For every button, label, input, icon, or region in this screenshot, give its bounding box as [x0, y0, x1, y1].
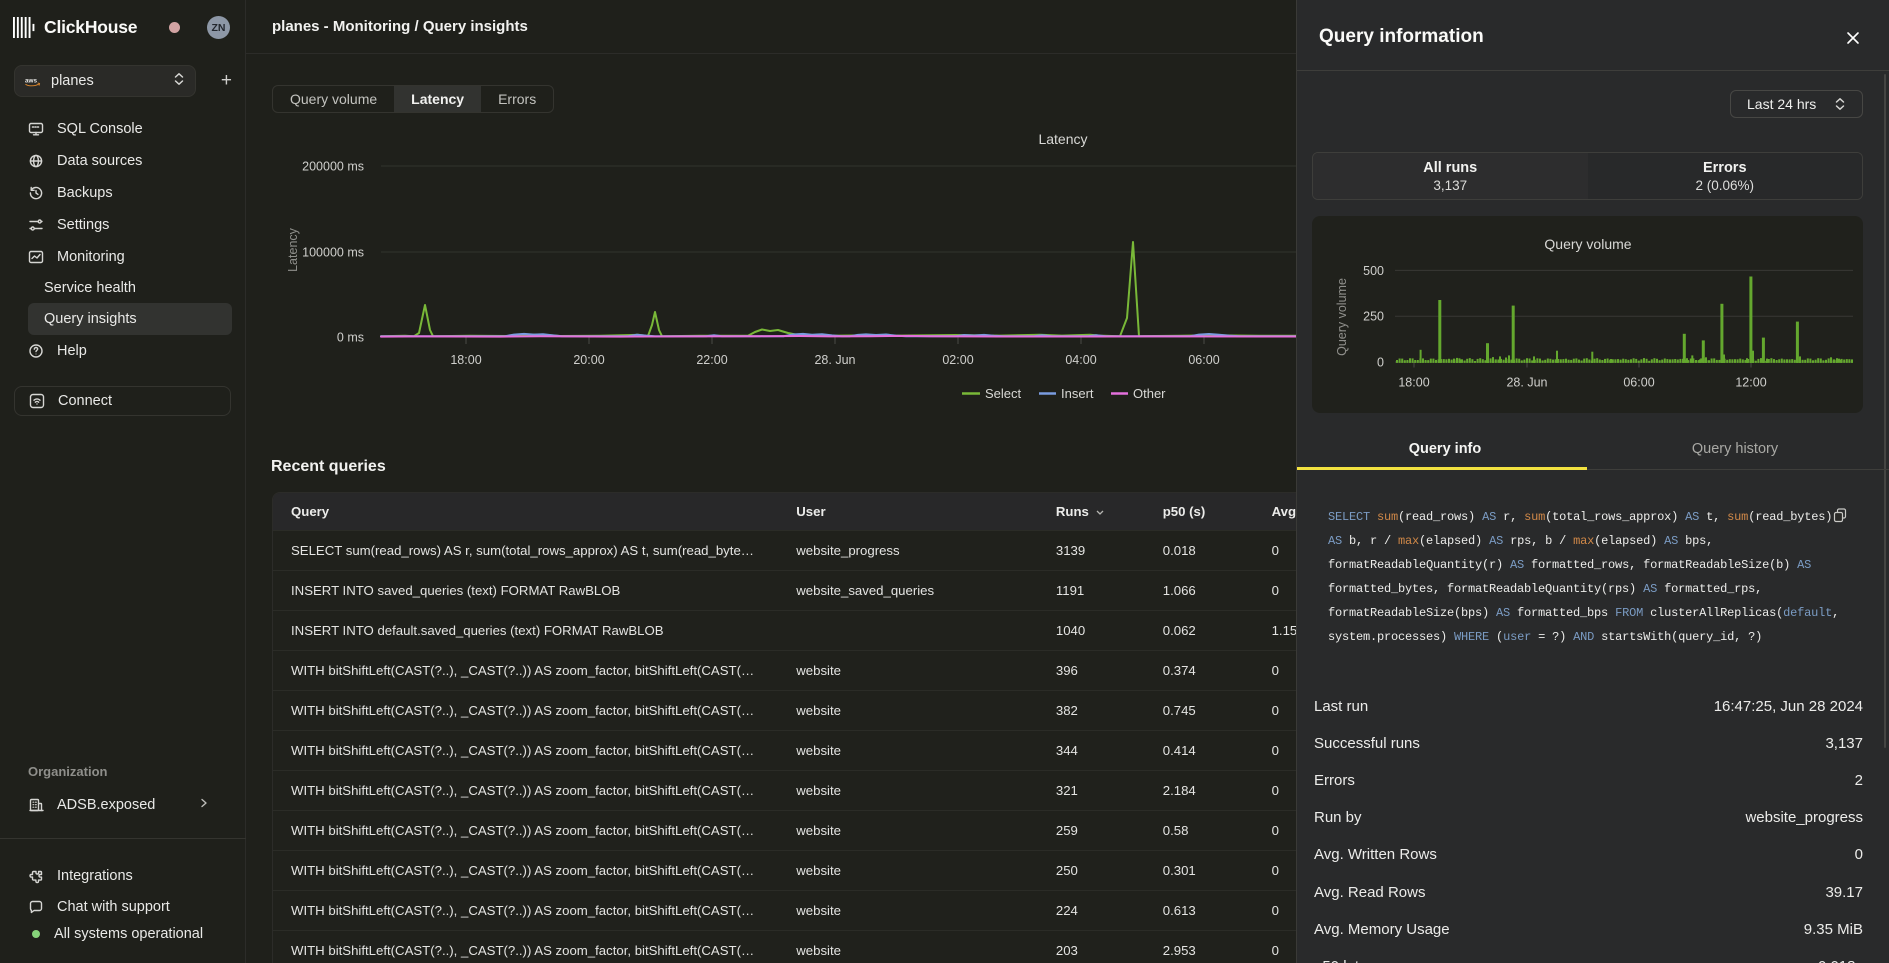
- svg-text:250: 250: [1363, 310, 1384, 324]
- svg-text:Insert: Insert: [1061, 386, 1094, 401]
- svg-text:18:00: 18:00: [450, 353, 481, 367]
- svg-text:02:00: 02:00: [942, 353, 973, 367]
- svg-text:Select: Select: [985, 386, 1022, 401]
- svg-text:Latency: Latency: [286, 227, 300, 272]
- svg-text:100000 ms: 100000 ms: [302, 246, 364, 260]
- svg-text:Latency: Latency: [1038, 131, 1087, 147]
- svg-text:04:00: 04:00: [1065, 353, 1096, 367]
- svg-text:0: 0: [1377, 356, 1384, 370]
- svg-text:28. Jun: 28. Jun: [1506, 376, 1547, 390]
- svg-text:06:00: 06:00: [1623, 376, 1654, 390]
- svg-text:20:00: 20:00: [573, 353, 604, 367]
- svg-text:28. Jun: 28. Jun: [814, 353, 855, 367]
- svg-text:Query volume: Query volume: [1544, 236, 1631, 252]
- svg-text:200000 ms: 200000 ms: [302, 160, 364, 174]
- svg-text:Query volume: Query volume: [1335, 278, 1349, 356]
- svg-text:Other: Other: [1133, 386, 1166, 401]
- svg-text:18:00: 18:00: [1398, 376, 1429, 390]
- svg-text:06:00: 06:00: [1188, 353, 1219, 367]
- svg-text:0 ms: 0 ms: [337, 331, 364, 345]
- svg-text:aws: aws: [25, 77, 37, 84]
- svg-text:22:00: 22:00: [696, 353, 727, 367]
- svg-text:12:00: 12:00: [1735, 376, 1766, 390]
- svg-text:500: 500: [1363, 264, 1384, 278]
